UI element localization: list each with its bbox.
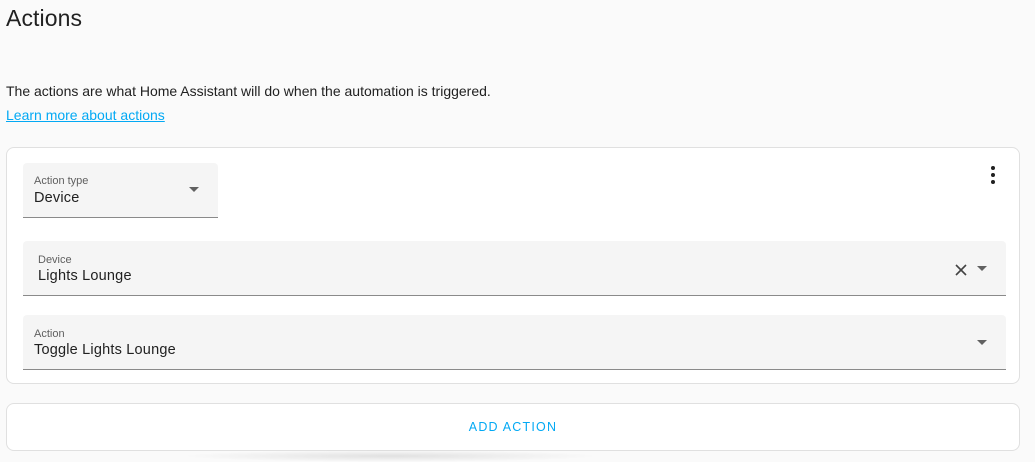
- device-picker[interactable]: Device Lights Lounge: [23, 241, 1006, 296]
- caret-down-icon: [189, 187, 199, 192]
- action-label: Action: [34, 328, 65, 340]
- action-type-value: Device: [34, 190, 80, 206]
- page-title: Actions: [6, 5, 83, 31]
- learn-more-link[interactable]: Learn more about actions: [6, 107, 165, 123]
- action-type-label: Action type: [34, 175, 89, 187]
- caret-down-icon[interactable]: [977, 266, 987, 271]
- more-vertical-icon[interactable]: [989, 166, 997, 184]
- action-type-select[interactable]: Action type Device: [23, 163, 218, 218]
- device-value: Lights Lounge: [38, 268, 132, 284]
- action-card: Action type Device Device Lights Lounge …: [6, 147, 1020, 384]
- add-action-card: ADD ACTION: [6, 403, 1020, 451]
- action-value: Toggle Lights Lounge: [34, 342, 176, 358]
- section-description: The actions are what Home Assistant will…: [6, 83, 491, 99]
- device-action-select[interactable]: Action Toggle Lights Lounge: [23, 315, 1006, 370]
- close-icon[interactable]: [954, 263, 968, 277]
- add-action-button[interactable]: ADD ACTION: [7, 404, 1019, 450]
- dropdown-shadow: [180, 450, 600, 462]
- device-label: Device: [38, 254, 72, 266]
- caret-down-icon: [977, 340, 987, 345]
